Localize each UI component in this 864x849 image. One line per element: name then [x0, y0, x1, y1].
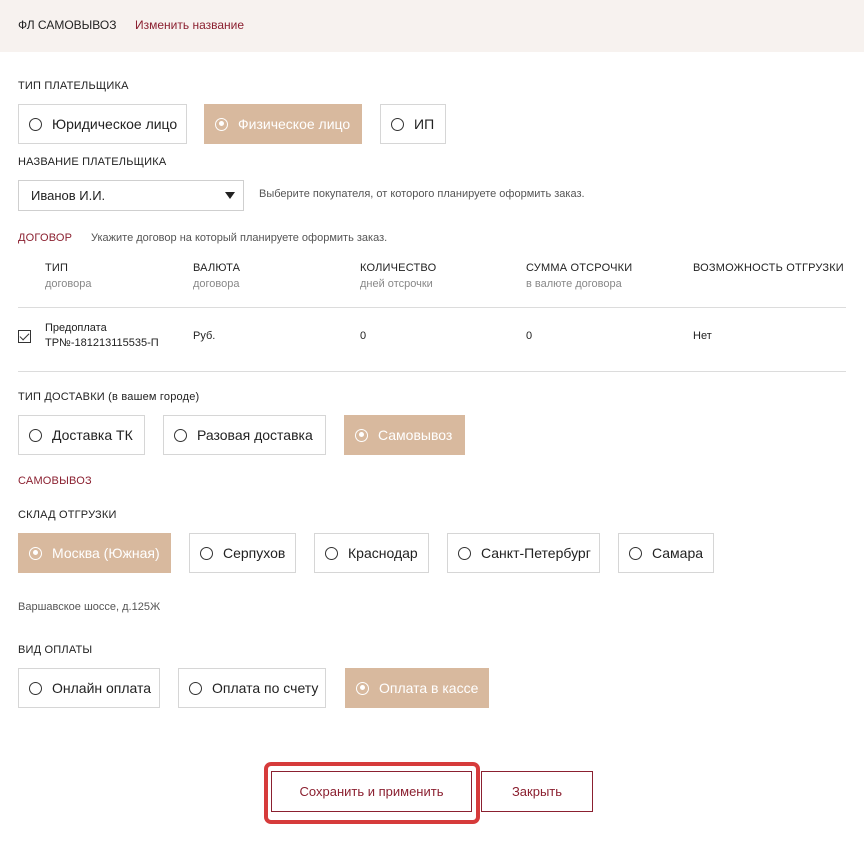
column-title: ВОЗМОЖНОСТЬ ОТГРУЗКИ — [693, 262, 844, 274]
payment-option-online[interactable]: Онлайн оплата — [18, 668, 160, 708]
delivery-type-label: ТИП ДОСТАВКИ (в вашем городе) — [18, 391, 200, 403]
option-label: Самара — [652, 545, 704, 561]
payer-type-option-ip[interactable]: ИП — [380, 104, 446, 144]
payer-type-option-legal[interactable]: Юридическое лицо — [18, 104, 187, 144]
delivery-option-onetime[interactable]: Разовая доставка — [163, 415, 326, 455]
option-label: Доставка ТК — [52, 427, 133, 443]
column-header-currency: ВАЛЮТА договора — [193, 262, 240, 290]
contract-label: ДОГОВОР — [18, 232, 73, 244]
delivery-option-pickup[interactable]: Самовывоз — [344, 415, 465, 455]
option-label: Москва (Южная) — [52, 545, 160, 561]
page-title: ФЛ САМОВЫВОЗ — [18, 18, 117, 32]
radio-icon — [189, 681, 202, 695]
warehouse-option-serpukhov[interactable]: Серпухов — [189, 533, 296, 573]
table-divider — [18, 371, 846, 372]
option-label: Юридическое лицо — [52, 116, 178, 132]
radio-selected-icon — [355, 428, 368, 442]
payer-name-value: Иванов И.И. — [31, 188, 106, 203]
column-title: ВАЛЮТА — [193, 262, 241, 274]
radio-icon — [174, 428, 187, 442]
option-label: Оплата в кассе — [379, 680, 479, 696]
warehouse-address: Варшавское шоссе, д.125Ж — [18, 601, 161, 613]
column-subtitle: договора — [193, 278, 240, 290]
column-title: СУММА ОТСРОЧКИ — [526, 262, 633, 274]
radio-selected-icon — [356, 681, 369, 695]
payment-type-label: ВИД ОПЛАТЫ — [18, 644, 93, 656]
contract-row-checkbox[interactable] — [18, 330, 31, 343]
option-label: Краснодар — [348, 545, 418, 561]
table-divider — [18, 307, 846, 308]
column-title: КОЛИЧЕСТВО — [360, 262, 437, 274]
warehouse-label: СКЛАД ОТГРУЗКИ — [18, 509, 117, 521]
option-label: Санкт-Петербург — [481, 545, 591, 561]
option-label: Онлайн оплата — [52, 680, 152, 696]
pickup-label: САМОВЫВОЗ — [18, 475, 92, 487]
option-label: Серпухов — [223, 545, 286, 561]
payment-option-invoice[interactable]: Оплата по счету — [178, 668, 326, 708]
radio-icon — [629, 546, 642, 560]
contract-number: ТР№-181213115535-П — [45, 337, 159, 349]
close-button[interactable]: Закрыть — [481, 771, 593, 812]
warehouse-option-moscow[interactable]: Москва (Южная) — [18, 533, 171, 573]
option-label: Разовая доставка — [197, 427, 313, 443]
radio-icon — [200, 546, 213, 560]
radio-selected-icon — [215, 117, 228, 131]
contract-shipment-cell: Нет — [693, 330, 712, 342]
column-subtitle: договора — [45, 278, 92, 290]
option-label: ИП — [414, 116, 435, 132]
warehouse-option-spb[interactable]: Санкт-Петербург — [447, 533, 600, 573]
column-subtitle: в валюте договора — [526, 278, 622, 290]
column-title: ТИП — [45, 262, 69, 274]
radio-icon — [29, 428, 42, 442]
column-subtitle: дней отсрочки — [360, 278, 433, 290]
option-label: Физическое лицо — [238, 116, 351, 132]
page-header: ФЛ САМОВЫВОЗ Изменить название — [0, 0, 864, 52]
radio-icon — [391, 117, 404, 131]
payer-name-hint: Выберите покупателя, от которого планиру… — [259, 188, 585, 200]
contract-type-cell: Предоплата ТР№-181213115535-П — [45, 321, 159, 351]
warehouse-option-samara[interactable]: Самара — [618, 533, 714, 573]
radio-selected-icon — [29, 546, 42, 560]
contract-days-cell: 0 — [360, 330, 367, 342]
contract-sum-cell: 0 — [526, 330, 533, 342]
radio-icon — [29, 681, 42, 695]
payer-type-option-individual[interactable]: Физическое лицо — [204, 104, 362, 144]
rename-link[interactable]: Изменить название — [135, 18, 244, 32]
delivery-option-tk[interactable]: Доставка ТК — [18, 415, 145, 455]
radio-icon — [325, 546, 338, 560]
contract-currency-cell: Руб. — [193, 330, 216, 342]
radio-icon — [29, 117, 42, 131]
payer-type-label: ТИП ПЛАТЕЛЬЩИКА — [18, 80, 129, 92]
caret-down-icon — [225, 192, 235, 199]
option-label: Самовывоз — [378, 427, 453, 443]
column-header-sum: СУММА ОТСРОЧКИ в валюте договора — [526, 262, 632, 290]
contract-type: Предоплата — [45, 322, 107, 334]
option-label: Оплата по счету — [212, 680, 319, 696]
payer-name-select[interactable]: Иванов И.И. — [18, 180, 244, 211]
warehouse-option-krasnodar[interactable]: Краснодар — [314, 533, 429, 573]
save-and-apply-button[interactable]: Сохранить и применить — [271, 771, 472, 812]
payment-option-cashdesk[interactable]: Оплата в кассе — [345, 668, 489, 708]
column-header-days: КОЛИЧЕСТВО дней отсрочки — [360, 262, 436, 290]
column-header-type: ТИП договора — [45, 262, 92, 290]
radio-icon — [458, 546, 471, 560]
contract-hint: Укажите договор на который планируете оф… — [91, 232, 388, 244]
column-header-shipment: ВОЗМОЖНОСТЬ ОТГРУЗКИ — [693, 262, 844, 274]
payer-name-label: НАЗВАНИЕ ПЛАТЕЛЬЩИКА — [18, 156, 167, 168]
